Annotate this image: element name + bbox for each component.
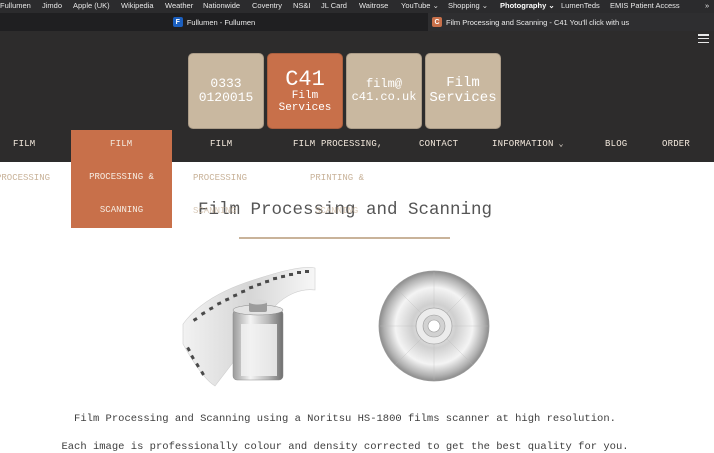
logo-tile[interactable]: C41 Film Services	[267, 53, 343, 129]
description-line1: Film Processing and Scanning using a Nor…	[74, 413, 616, 425]
bookmark-apple[interactable]: Apple (UK)	[73, 1, 110, 10]
nav-information-label: INFORMATION	[492, 139, 554, 149]
chevron-down-icon: ⌄	[546, 1, 555, 10]
nav-order[interactable]: ORDER	[662, 139, 690, 149]
title-divider	[239, 237, 450, 239]
submenu-scanning-right[interactable]: SCANNING	[315, 206, 358, 216]
chevron-down-icon: ⌄	[430, 1, 439, 10]
nav-film-active[interactable]: FILM	[110, 139, 132, 149]
logo-line2: Film	[291, 90, 319, 102]
bookmark-youtube-label: YouTube	[401, 1, 431, 10]
bookmark-coventry[interactable]: Coventry	[252, 1, 282, 10]
nav-film-2[interactable]: FILM	[210, 139, 232, 149]
tab-title: Fullumen - Fullumen	[186, 17, 256, 27]
nav-film-processing[interactable]: FILM PROCESSING,	[293, 139, 383, 149]
submenu-processing-mid[interactable]: PROCESSING	[193, 173, 247, 183]
bookmark-nsi[interactable]: NS&I	[293, 1, 311, 10]
submenu-printing[interactable]: PRINTING &	[310, 173, 364, 183]
dropdown-line2: SCANNING	[99, 205, 144, 215]
email-tile[interactable]: film@ c41.co.uk	[346, 53, 422, 129]
bookmark-waitrose[interactable]: Waitrose	[359, 1, 388, 10]
tab-fullumen[interactable]: F Fullumen - Fullumen	[0, 13, 428, 31]
bookmark-shopping[interactable]: Shopping ⌄	[448, 1, 488, 10]
nav-contact[interactable]: CONTACT	[419, 139, 458, 149]
nav-information[interactable]: INFORMATION ⌄	[492, 139, 564, 149]
dropdown-line1: PROCESSING &	[89, 172, 154, 182]
bookmark-jl-card[interactable]: JL Card	[321, 1, 347, 10]
bookmark-nationwide[interactable]: Nationwide	[203, 1, 240, 10]
bookmark-shopping-label: Shopping	[448, 1, 480, 10]
bookmark-weather[interactable]: Weather	[165, 1, 193, 10]
phone-line1: 0333	[210, 76, 242, 92]
bookmark-lumenteds[interactable]: LumenTeds	[561, 1, 600, 10]
cd-disc-image	[378, 270, 490, 382]
services-tile[interactable]: Film Services	[425, 53, 501, 129]
tab-bar: F Fullumen - Fullumen C Film Processing …	[0, 13, 714, 31]
phone-tile[interactable]: 0333 0120015	[188, 53, 264, 129]
submenu-scanning-mid[interactable]: SCANNING	[193, 206, 236, 216]
bookmark-emis[interactable]: EMIS Patient Access	[610, 1, 680, 10]
bookmark-photography-label: Photography	[500, 1, 547, 10]
phone-line2: 0120015	[198, 90, 254, 105]
tab-c41[interactable]: C Film Processing and Scanning - C41 You…	[428, 13, 714, 31]
fullumen-favicon-icon: F	[172, 17, 183, 27]
chevron-down-icon: ⌄	[479, 1, 489, 10]
services-line1: Film	[446, 75, 480, 92]
logo-line3: Services	[278, 101, 332, 114]
tab-title: Film Processing and Scanning - C41 You'l…	[446, 17, 630, 27]
c41-favicon-icon: C	[432, 17, 442, 27]
services-line2: Services	[429, 90, 497, 106]
description-line2: Each image is professionally colour and …	[61, 441, 629, 453]
logo-line1: C41	[285, 66, 325, 92]
bookmark-jimdo[interactable]: Jimdo	[42, 1, 62, 10]
submenu-processing-left[interactable]: PROCESSING	[0, 173, 50, 183]
email-line2: c41.co.uk	[351, 90, 417, 104]
film-roll-image	[182, 267, 316, 387]
bookmarks-bar: Fullumen Jimdo Apple (UK) Wikipedia Weat…	[0, 0, 714, 13]
chevron-down-icon: ⌄	[553, 140, 564, 149]
bookmark-fullumen[interactable]: Fullumen	[0, 1, 31, 10]
bookmark-wikipedia[interactable]: Wikipedia	[121, 1, 154, 10]
bookmark-photography[interactable]: Photography ⌄	[500, 1, 555, 10]
nav-blog[interactable]: BLOG	[605, 139, 627, 149]
hamburger-icon[interactable]	[698, 33, 709, 44]
bookmarks-overflow-icon[interactable]: »	[705, 1, 709, 10]
bookmark-youtube[interactable]: YouTube ⌄	[401, 1, 439, 10]
nav-film[interactable]: FILM	[13, 139, 35, 149]
